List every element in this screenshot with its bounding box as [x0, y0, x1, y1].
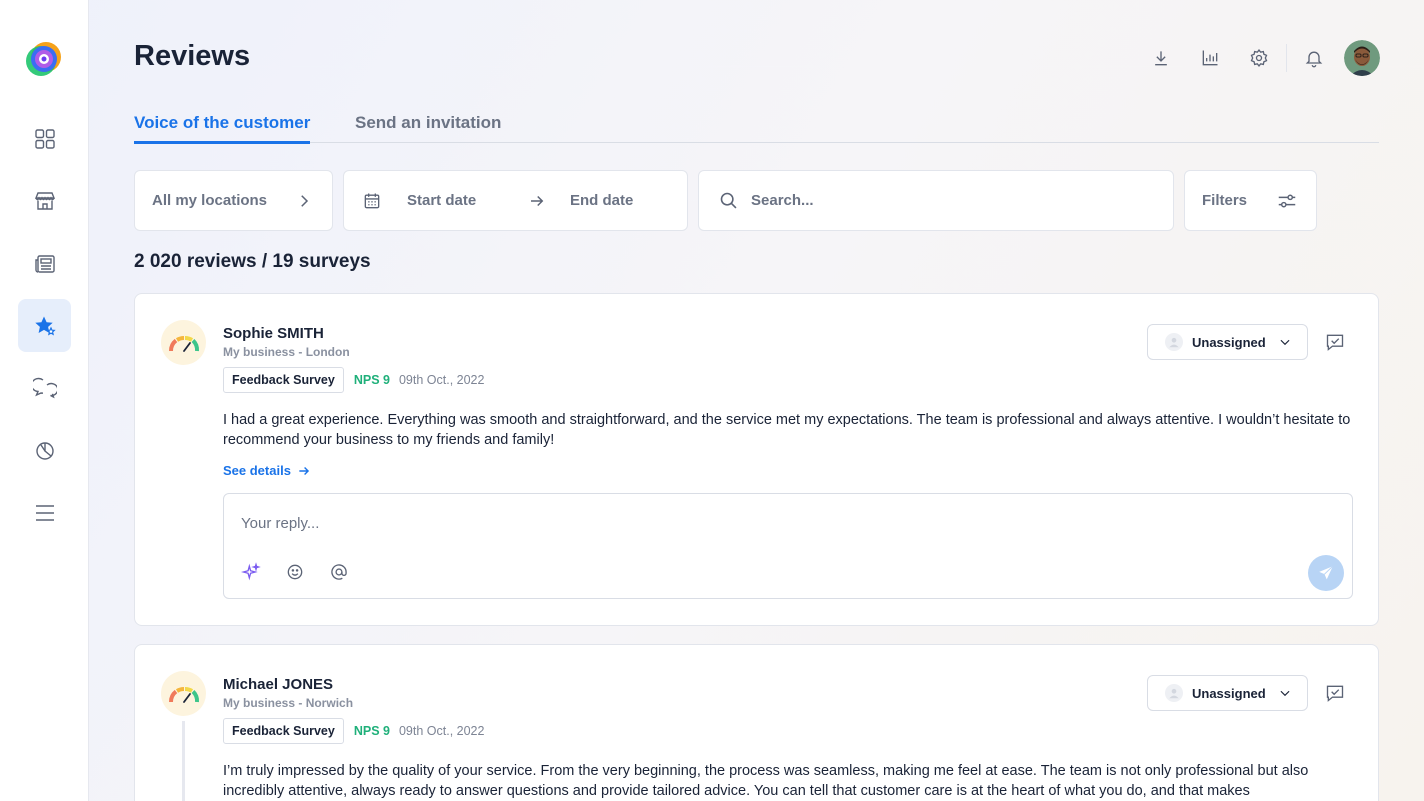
arrow-right-icon — [299, 466, 310, 475]
chevron-down-icon — [1280, 690, 1290, 697]
user-placeholder-icon — [1165, 684, 1183, 702]
search-icon — [720, 192, 737, 209]
sidebar-item-dashboard[interactable] — [18, 112, 71, 165]
chart-icon — [35, 441, 54, 460]
review-author: Michael JONES — [223, 676, 334, 693]
see-details-link[interactable]: See details — [223, 463, 311, 478]
download-button[interactable] — [1149, 46, 1173, 70]
review-meta: Feedback Survey NPS 9 09th Oct., 2022 — [223, 718, 484, 744]
app-logo[interactable] — [26, 41, 62, 77]
date-range-picker[interactable]: Start date End date — [343, 170, 688, 231]
sidebar-item-posts[interactable] — [18, 237, 71, 290]
settings-button[interactable] — [1247, 46, 1271, 70]
end-date-field[interactable]: End date — [570, 192, 633, 209]
page-title: Reviews — [134, 40, 251, 72]
nps-gauge-icon — [161, 671, 206, 716]
reply-box[interactable]: Your reply... — [223, 493, 1353, 599]
nps-gauge-icon — [161, 320, 206, 365]
review-text: I had a great experience. Everything was… — [223, 412, 1351, 448]
review-card: Sophie SMITH My business - London Feedba… — [134, 293, 1379, 626]
grid-icon — [34, 128, 55, 149]
arrow-right-icon — [531, 195, 544, 206]
sidebar — [0, 0, 89, 801]
newspaper-icon — [34, 254, 55, 273]
menu-icon — [35, 504, 54, 521]
locations-select[interactable]: All my locations — [134, 170, 333, 231]
filters-button[interactable]: Filters — [1184, 170, 1317, 231]
user-avatar[interactable] — [1344, 40, 1380, 76]
sidebar-item-reviews[interactable] — [18, 299, 71, 352]
filters-label: Filters — [1202, 192, 1248, 209]
sliders-icon — [1278, 193, 1296, 208]
survey-tag: Feedback Survey — [223, 718, 344, 744]
review-text: I’m truly impressed by the quality of yo… — [223, 763, 1309, 799]
review-business: My business - Norwich — [223, 696, 354, 710]
chevron-down-icon — [1280, 339, 1290, 346]
reply-input[interactable]: Your reply... — [241, 515, 319, 532]
mark-treated-icon[interactable] — [1325, 683, 1345, 703]
tab-bar: Voice of the customer Send an invitation — [134, 113, 1379, 144]
review-date: 09th Oct., 2022 — [398, 724, 485, 738]
review-date: 09th Oct., 2022 — [398, 373, 485, 387]
stats-icon — [1202, 50, 1218, 66]
send-reply-button[interactable] — [1308, 555, 1344, 591]
review-business: My business - London — [223, 345, 350, 359]
settings-icon — [1250, 49, 1268, 67]
mark-treated-icon[interactable] — [1325, 332, 1345, 352]
ai-sparkle-icon[interactable] — [241, 562, 261, 582]
nps-score: NPS 9 — [353, 373, 390, 387]
search-box[interactable]: Search... — [698, 170, 1174, 231]
notifications-button[interactable] — [1302, 46, 1326, 70]
sidebar-item-messages[interactable] — [18, 361, 71, 414]
nps-score: NPS 9 — [353, 724, 390, 738]
see-details-label: See details — [223, 463, 291, 478]
sidebar-item-menu[interactable] — [18, 486, 71, 539]
tab-send-invitation[interactable]: Send an invitation — [355, 113, 501, 141]
header-divider — [1286, 44, 1287, 72]
review-meta: Feedback Survey NPS 9 09th Oct., 2022 — [223, 367, 484, 393]
stats-button[interactable] — [1198, 46, 1222, 70]
emoji-icon[interactable] — [285, 562, 305, 582]
thread-line — [182, 721, 185, 801]
sidebar-item-analytics[interactable] — [18, 424, 71, 477]
assignee-select[interactable]: Unassigned — [1147, 324, 1308, 360]
download-icon — [1155, 51, 1167, 66]
assignee-select[interactable]: Unassigned — [1147, 675, 1308, 711]
bell-icon — [1305, 51, 1323, 68]
user-placeholder-icon — [1165, 333, 1183, 351]
star-icon — [34, 316, 56, 335]
store-icon — [34, 191, 55, 210]
tab-voice-of-customer[interactable]: Voice of the customer — [134, 113, 311, 144]
review-author: Sophie SMITH — [223, 325, 324, 342]
search-input[interactable]: Search... — [751, 192, 814, 209]
sidebar-item-locations[interactable] — [18, 174, 71, 227]
survey-tag: Feedback Survey — [223, 367, 344, 393]
start-date-field[interactable]: Start date — [407, 192, 476, 209]
mention-icon[interactable] — [329, 562, 349, 582]
reviews-count: 2 020 reviews / 19 surveys — [134, 251, 371, 272]
send-icon — [1319, 565, 1334, 580]
chat-icon — [32, 377, 57, 398]
header-actions — [1124, 40, 1380, 76]
calendar-icon — [364, 193, 380, 208]
assignee-label: Unassigned — [1192, 685, 1266, 701]
chevron-right-icon — [301, 194, 309, 207]
locations-label: All my locations — [152, 192, 268, 209]
review-card: Michael JONES My business - Norwich Feed… — [134, 644, 1379, 801]
assignee-label: Unassigned — [1192, 334, 1266, 350]
